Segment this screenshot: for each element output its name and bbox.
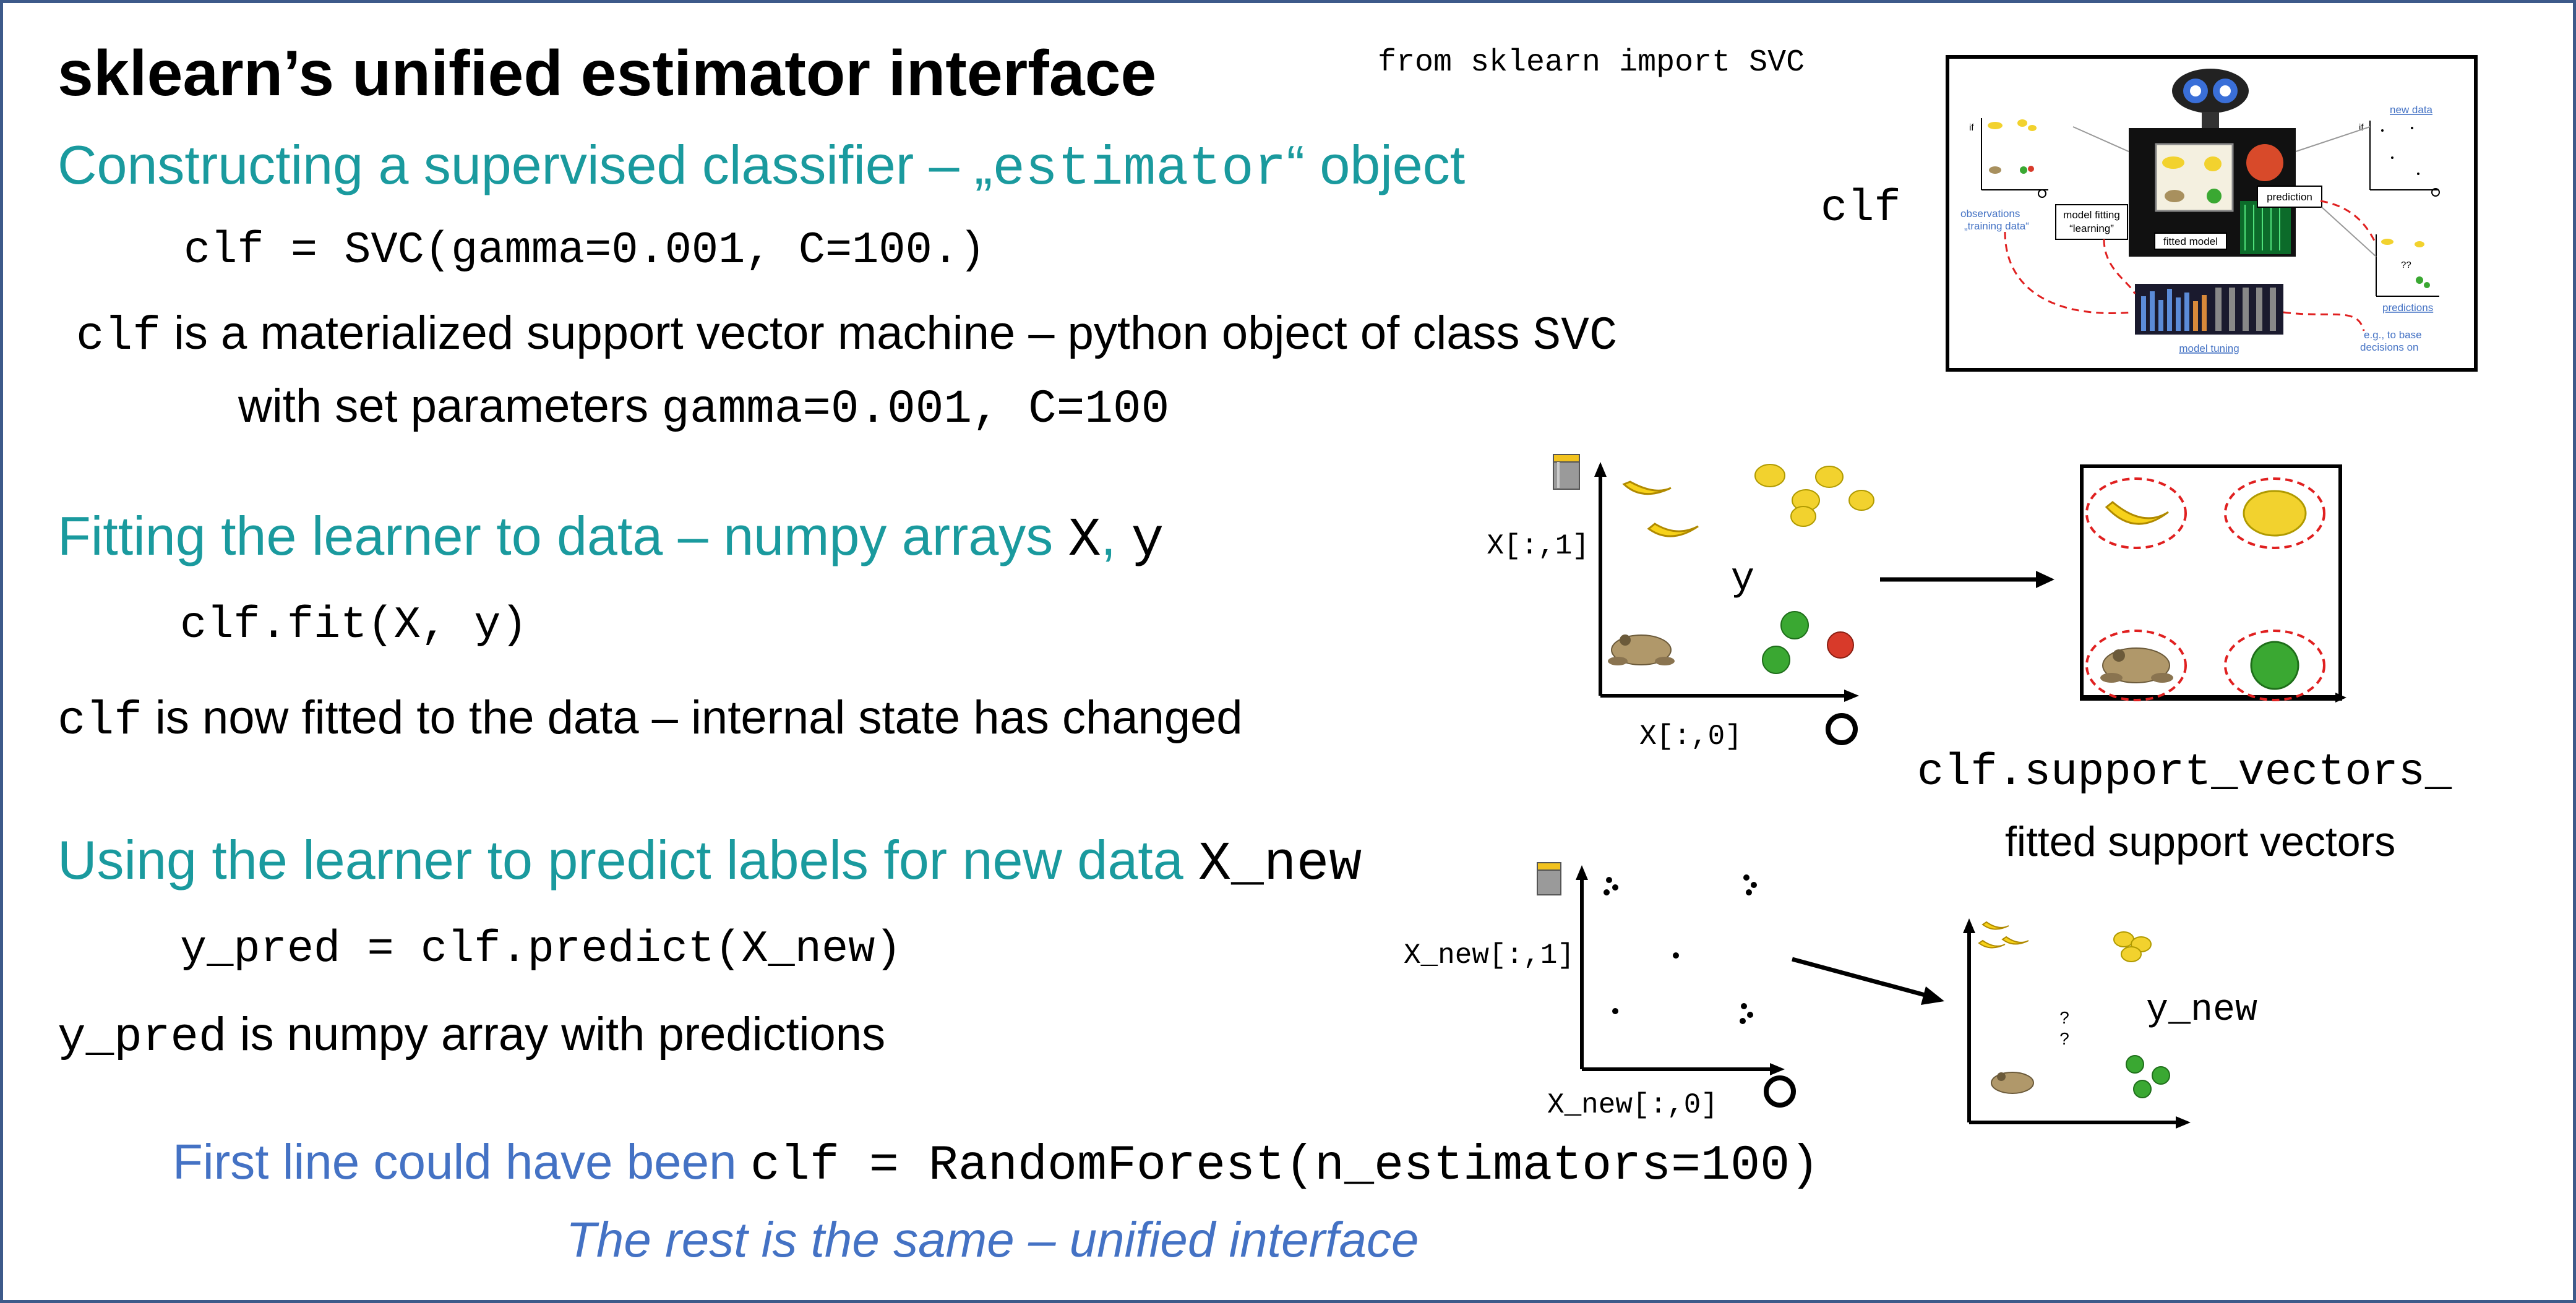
- section1-desc-class: SVC: [1532, 310, 1618, 363]
- banana-icon: [1647, 523, 1699, 537]
- frog-icon: [1991, 1072, 2034, 1094]
- bucket-icon: [1553, 454, 1580, 490]
- section3-heading: Using the learner to predict labels for …: [58, 833, 1362, 892]
- section1-desc-code: clf: [76, 310, 161, 363]
- lemon-icon: [1848, 490, 1874, 511]
- fit-ylabel: X[:,1]: [1487, 530, 1589, 562]
- section2-heading-x: X: [1068, 510, 1101, 571]
- support-vectors-caption: fitted support vectors: [2005, 818, 2396, 865]
- section2-desc-text: is now fitted to the data – internal sta…: [155, 691, 1243, 744]
- new-ylabel: X_new[:,1]: [1404, 939, 1574, 972]
- new-data-points: [1604, 874, 1757, 1024]
- thumb-if-right: if: [2359, 122, 2364, 133]
- section2-heading: Fitting the learner to data – numpy arra…: [58, 509, 1164, 568]
- thumb-learning: “learning”: [2069, 223, 2114, 234]
- section3-code: y_pred = clf.predict(X_new): [180, 924, 902, 975]
- fit-xlabel: X[:,0]: [1639, 720, 1742, 753]
- slide: sklearn’s unified estimator interface fr…: [0, 0, 2576, 1303]
- green-apple-icon: [2250, 641, 2299, 690]
- banana-icon: [1622, 481, 1672, 495]
- thumb-model-tuning: model tuning: [2179, 343, 2239, 354]
- thumb-predictions: predictions: [2382, 302, 2433, 314]
- section1-desc-text: is a materialized support vector machine…: [173, 307, 1520, 359]
- green-apple-icon: [2133, 1080, 2152, 1098]
- section3-desc-code: y_pred: [58, 1011, 227, 1064]
- thumb-training-data: „training data“: [1964, 220, 2029, 232]
- section2-code: clf.fit(X, y): [180, 600, 528, 651]
- green-apple-icon: [2126, 1055, 2144, 1074]
- clf-label: clf: [1821, 183, 1901, 234]
- ring-icon: [1826, 713, 1858, 745]
- import-line: from sklearn import SVC: [1378, 45, 1805, 80]
- thumb-eg-line1: e.g., to base: [2364, 329, 2422, 341]
- section1-heading-code: estimator: [992, 139, 1287, 200]
- section1-desc2-code: gamma=0.001, C=100: [661, 383, 1170, 436]
- frog-icon: [1608, 634, 1675, 665]
- lemon-icon: [2121, 946, 2142, 962]
- section1-desc2-text: with set parameters: [238, 380, 649, 432]
- support-vectors-plot: [2080, 464, 2346, 703]
- arrow-to-predictions: [1792, 957, 1944, 1005]
- section2-desc: clf is now fitted to the data – internal…: [58, 694, 1243, 745]
- prediction-plot: ? ? y_new: [1963, 918, 2257, 1129]
- section3-heading-code: X_new: [1198, 834, 1362, 895]
- section2-desc-code: clf: [58, 694, 142, 748]
- support-vectors-code: clf.support_vectors_: [1917, 747, 2452, 798]
- section1-desc2: with set parameters gamma=0.001, C=100: [238, 380, 1170, 436]
- section2-heading-comma: ,: [1101, 505, 1116, 566]
- thumb-model-fitting: model fitting: [2063, 209, 2120, 221]
- pred-question-mark: ?: [2059, 1029, 2069, 1048]
- banana-icon: [2001, 936, 2029, 945]
- thumb-new-data: new data: [2390, 104, 2433, 116]
- thumb-fitted-model: fitted model: [2163, 236, 2218, 247]
- footer-line2: The rest is the same – unified interface: [566, 1212, 1419, 1267]
- banana-icon: [1978, 939, 2006, 949]
- lemon-icon: [1754, 464, 1785, 487]
- slide-title: sklearn’s unified estimator interface: [58, 38, 1157, 109]
- section1-desc: clf is a materialized support vector mac…: [76, 307, 1618, 363]
- red-apple-icon: [1827, 631, 1854, 659]
- new-data-plot: X_new[:,1] X_new[:,0]: [1404, 862, 1796, 1121]
- section3-desc-text: is numpy array with predictions: [239, 1008, 886, 1061]
- section3-desc: y_pred is numpy array with predictions: [58, 1008, 886, 1064]
- section3-heading-text: Using the learner to predict labels for …: [58, 829, 1183, 891]
- green-apple-icon: [2152, 1066, 2170, 1085]
- section2-heading-text: Fitting the learner to data – numpy arra…: [58, 505, 1054, 566]
- workflow-thumbnail: model fitting “learning” fitted model pr…: [1946, 55, 2478, 372]
- green-apple-icon: [1780, 611, 1809, 639]
- thumb-eg-line2: decisions on: [2360, 341, 2419, 353]
- thumb-observations: observations: [1960, 208, 2020, 220]
- pred-question-mark: ?: [2059, 1008, 2069, 1027]
- section1-heading-end: “ object: [1286, 134, 1466, 195]
- section1-heading-text: Constructing a supervised classifier – „: [58, 134, 993, 195]
- thumb-prediction: prediction: [2267, 191, 2312, 203]
- fit-plot-label: y: [1731, 557, 1754, 602]
- green-apple-icon: [1762, 646, 1790, 674]
- section1-heading: Constructing a supervised classifier – „…: [58, 138, 1465, 197]
- pred-plot-label: y_new: [2146, 989, 2257, 1032]
- lemon-icon: [1790, 506, 1816, 527]
- fit-data-plot: y X[:,1] X[:,0]: [1487, 454, 1874, 753]
- thumb-qq: ??: [2401, 260, 2411, 270]
- workflow-diagram: model fitting “learning” fitted model pr…: [1960, 69, 2440, 354]
- ring-icon: [1764, 1075, 1796, 1108]
- footer-line1-text: First line could have been: [173, 1134, 737, 1189]
- new-xlabel: X_new[:,0]: [1547, 1089, 1718, 1121]
- thumb-if-left: if: [1969, 122, 1974, 133]
- arrow-to-support-vectors: [1880, 571, 2054, 588]
- footer-line1-code: clf = RandomForest(n_estimators=100): [750, 1138, 1820, 1194]
- footer-line1: First line could have been clf = RandomF…: [173, 1137, 1819, 1191]
- bucket-icon: [1537, 862, 1561, 895]
- lemon-icon: [2243, 490, 2307, 537]
- section1-code: clf = SVC(gamma=0.001, C=100.): [184, 225, 986, 276]
- lemon-icon: [1815, 466, 1844, 488]
- section2-heading-y: y: [1131, 510, 1164, 571]
- banana-icon: [1981, 921, 2009, 930]
